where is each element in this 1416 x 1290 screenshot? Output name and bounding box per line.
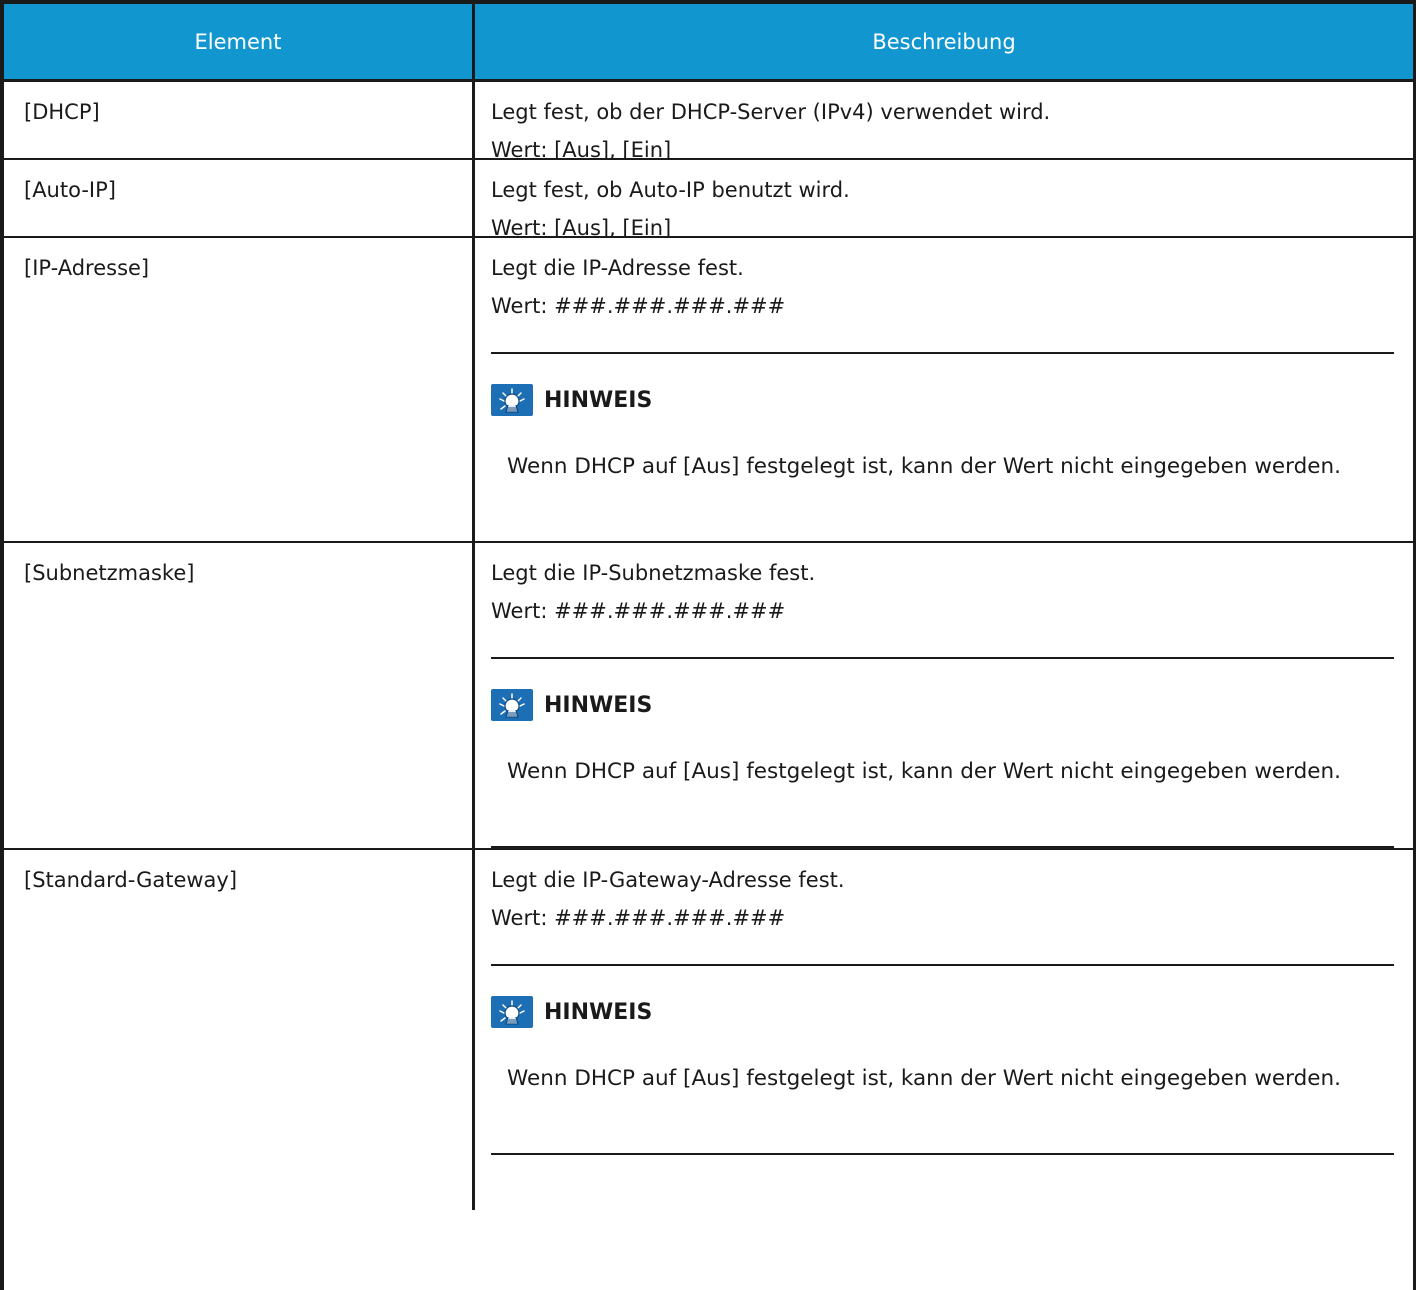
note-heading: HINWEIS bbox=[491, 384, 652, 416]
header-element: Element bbox=[4, 4, 475, 79]
row-element: [DHCP] bbox=[4, 82, 475, 158]
row-description: Legt fest, ob der DHCP-Server (IPv4) ver… bbox=[475, 82, 1413, 162]
row-element: [Subnetzmaske] bbox=[4, 543, 475, 848]
note-text: Wenn DHCP auf [Aus] festgelegt ist, kann… bbox=[507, 454, 1341, 479]
description-line: Legt fest, ob Auto-IP benutzt wird. bbox=[491, 178, 850, 202]
table-header: Element Beschreibung bbox=[4, 4, 1413, 82]
table-row: [Auto-IP] Legt fest, ob Auto-IP benutzt … bbox=[4, 160, 1413, 240]
note-heading: HINWEIS bbox=[491, 996, 652, 1028]
row-element: [Standard-Gateway] bbox=[4, 850, 475, 1210]
value-line: Wert: ###.###.###.### bbox=[491, 599, 786, 623]
note-title: HINWEIS bbox=[544, 387, 653, 413]
description-line: Legt die IP-Gateway-Adresse fest. bbox=[491, 868, 845, 892]
note-text: Wenn DHCP auf [Aus] festgelegt ist, kann… bbox=[507, 1066, 1341, 1091]
note-box: HINWEIS Wenn DHCP auf [Aus] festgelegt i… bbox=[491, 657, 1394, 848]
note-heading: HINWEIS bbox=[491, 689, 652, 721]
lightbulb-hint-icon bbox=[491, 689, 533, 721]
table-row: [Subnetzmaske] Legt die IP-Subnetzmaske … bbox=[4, 543, 1413, 850]
description-line: Legt die IP-Subnetzmaske fest. bbox=[491, 561, 816, 585]
lightbulb-hint-icon bbox=[491, 384, 533, 416]
description-line: Legt die IP-Adresse fest. bbox=[491, 256, 744, 280]
value-line: Wert: ###.###.###.### bbox=[491, 906, 786, 930]
note-title: HINWEIS bbox=[544, 999, 653, 1025]
row-description: Legt die IP-Adresse fest. Wert: ###.###.… bbox=[475, 238, 1413, 543]
settings-table: Element Beschreibung [DHCP] Legt fest, o… bbox=[0, 0, 1416, 1290]
table-row: [DHCP] Legt fest, ob der DHCP-Server (IP… bbox=[4, 82, 1413, 162]
row-element: [Auto-IP] bbox=[4, 160, 475, 236]
row-description: Legt die IP-Subnetzmaske fest. Wert: ###… bbox=[475, 543, 1413, 848]
row-description: Legt die IP-Gateway-Adresse fest. Wert: … bbox=[475, 850, 1413, 1210]
row-description: Legt fest, ob Auto-IP benutzt wird. Wert… bbox=[475, 160, 1413, 240]
lightbulb-hint-icon bbox=[491, 996, 533, 1028]
table-row: [Standard-Gateway] Legt die IP-Gateway-A… bbox=[4, 850, 1413, 1210]
header-description: Beschreibung bbox=[872, 29, 1016, 54]
row-element: [IP-Adresse] bbox=[4, 238, 475, 541]
value-line: Wert: ###.###.###.### bbox=[491, 294, 786, 318]
note-text: Wenn DHCP auf [Aus] festgelegt ist, kann… bbox=[507, 759, 1341, 784]
note-box: HINWEIS Wenn DHCP auf [Aus] festgelegt i… bbox=[491, 964, 1394, 1155]
note-title: HINWEIS bbox=[544, 692, 653, 718]
note-box: HINWEIS Wenn DHCP auf [Aus] festgelegt i… bbox=[491, 352, 1394, 543]
table-row: [IP-Adresse] Legt die IP-Adresse fest. W… bbox=[4, 238, 1413, 543]
description-line: Legt fest, ob der DHCP-Server (IPv4) ver… bbox=[491, 100, 1051, 124]
